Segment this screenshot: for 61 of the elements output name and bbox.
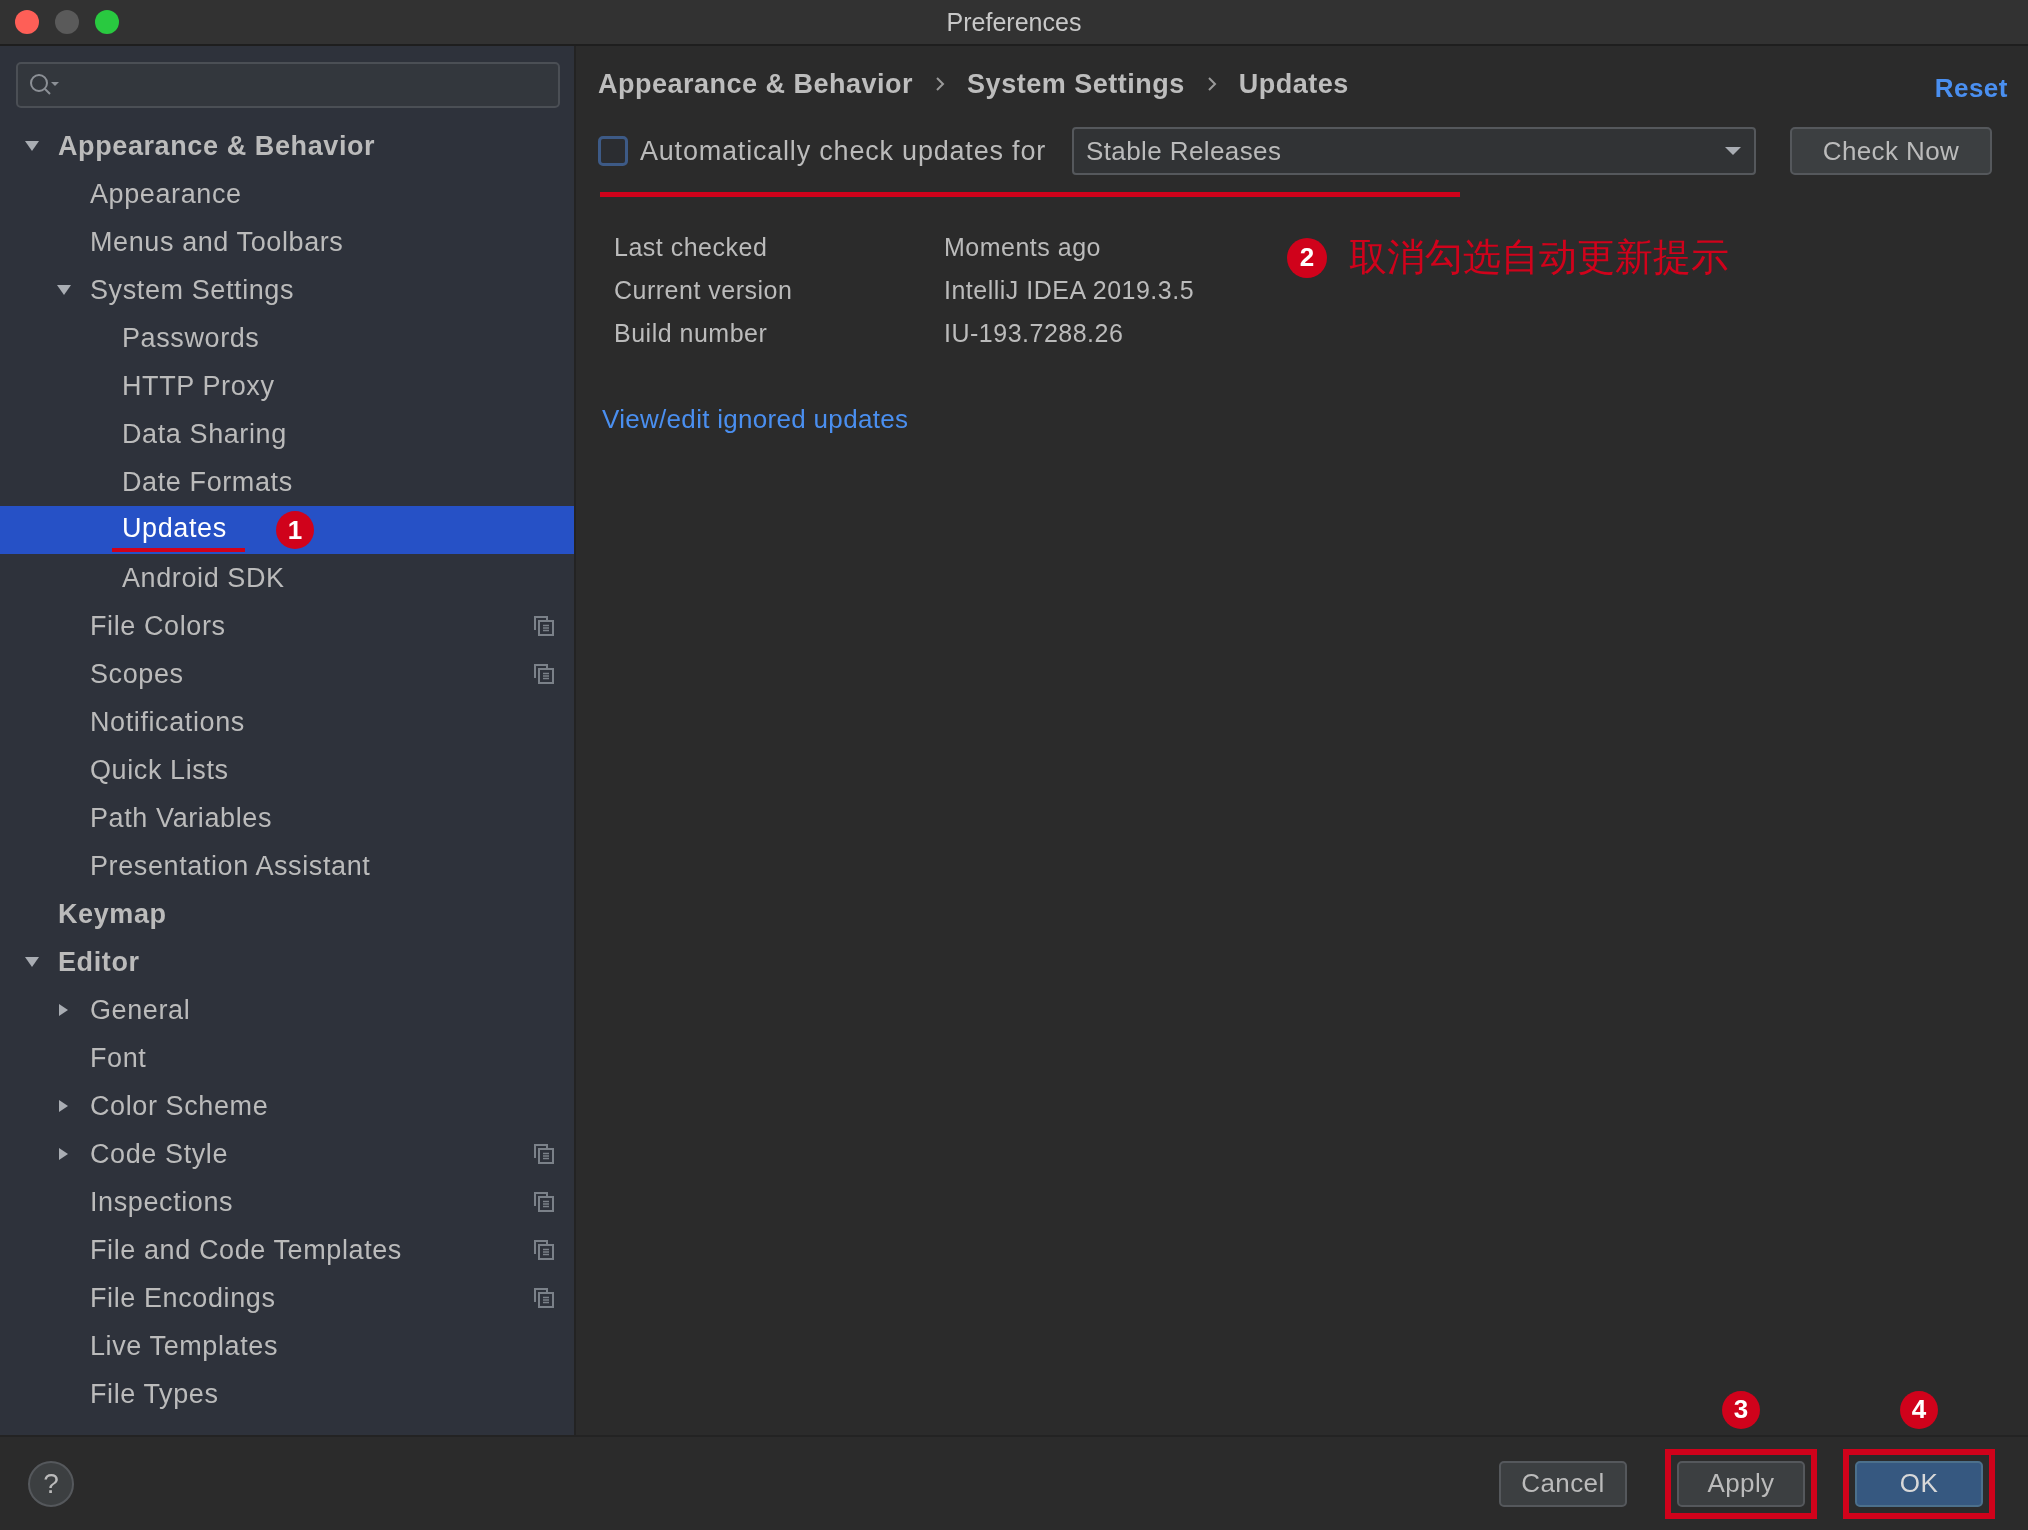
- sidebar-item[interactable]: Keymap: [0, 890, 574, 938]
- sidebar-item[interactable]: Editor: [0, 938, 574, 986]
- help-button[interactable]: ?: [28, 1460, 74, 1507]
- window-title: Preferences: [946, 7, 1082, 36]
- dialog-button[interactable]: Cancel: [1499, 1460, 1627, 1507]
- sidebar-item[interactable]: Path Variables: [0, 794, 574, 842]
- info-value: IntelliJ IDEA 2019.3.5: [944, 276, 1195, 305]
- sidebar-item[interactable]: Color Scheme: [0, 1082, 574, 1130]
- checkbox[interactable]: [598, 136, 628, 166]
- sidebar-item[interactable]: Data Sharing: [0, 410, 574, 458]
- step-number-badge: 3: [1722, 1390, 1760, 1429]
- sidebar-item[interactable]: Appearance: [0, 170, 574, 218]
- close-button[interactable]: [15, 10, 39, 34]
- step-number-badge: 2: [1287, 237, 1327, 278]
- sidebar-item[interactable]: HTTP Proxy: [0, 362, 574, 410]
- info-label: Current version: [614, 276, 794, 305]
- expanded-arrow-icon[interactable]: [56, 283, 72, 297]
- info-label: Last checked: [614, 233, 769, 262]
- step-number-badge: 4: [1900, 1390, 1938, 1429]
- breadcrumb-item: System Settings: [967, 68, 1185, 100]
- chevron-icon: [935, 77, 946, 91]
- sidebar-item[interactable]: System Settings: [0, 266, 574, 314]
- sidebar-item[interactable]: Passwords: [0, 314, 574, 362]
- reset-link[interactable]: Reset: [1934, 72, 2008, 104]
- sidebar-item[interactable]: Notifications: [0, 698, 574, 746]
- sidebar-item[interactable]: Live Templates: [0, 1322, 574, 1370]
- sidebar-item[interactable]: Quick Lists: [0, 746, 574, 794]
- sidebar-item[interactable]: File Types: [0, 1370, 574, 1418]
- sidebar-item[interactable]: Scopes: [0, 650, 574, 698]
- sidebar-item[interactable]: Code Style: [0, 1130, 574, 1178]
- info-value: Moments ago: [944, 233, 1102, 262]
- info-value: IU-193.7288.26: [944, 319, 1125, 348]
- sidebar-item[interactable]: Presentation Assistant: [0, 842, 574, 890]
- sidebar-item[interactable]: Inspections: [0, 1178, 574, 1226]
- check-now-button[interactable]: Check Now: [1790, 127, 1992, 175]
- expanded-arrow-icon[interactable]: [24, 139, 40, 153]
- info-label: Build number: [614, 319, 769, 348]
- annotation-note: 取消勾选自动更新提示: [1349, 235, 1729, 280]
- dropdown-arrow-icon: [1724, 145, 1742, 157]
- search-field[interactable]: [16, 62, 560, 108]
- zoom-button[interactable]: [95, 10, 119, 34]
- checkbox-label: Automatically check updates for: [640, 135, 1046, 167]
- sidebar-item[interactable]: Date Formats: [0, 458, 574, 506]
- sidebar-item[interactable]: File Colors: [0, 602, 574, 650]
- sidebar-item[interactable]: General: [0, 986, 574, 1034]
- sidebar-item[interactable]: Font: [0, 1034, 574, 1082]
- expanded-arrow-icon[interactable]: [24, 955, 40, 969]
- breadcrumb-item: Updates: [1238, 68, 1349, 100]
- dialog-button[interactable]: OK: [1855, 1460, 1983, 1507]
- sidebar-item[interactable]: Updates 1: [0, 506, 574, 554]
- breadcrumb-item: Appearance & Behavior: [598, 68, 914, 100]
- dialog-button[interactable]: Apply: [1677, 1460, 1805, 1507]
- sidebar-item[interactable]: Menus and Toolbars: [0, 218, 574, 266]
- sidebar-item[interactable]: File Encodings: [0, 1274, 574, 1322]
- chevron-icon: [1206, 77, 1217, 91]
- sidebar-item[interactable]: Appearance & Behavior: [0, 122, 574, 170]
- sidebar-item[interactable]: Android SDK: [0, 554, 574, 602]
- sidebar-item[interactable]: File and Code Templates: [0, 1226, 574, 1274]
- channel-dropdown[interactable]: Stable Releases: [1072, 127, 1756, 175]
- ignored-updates-link[interactable]: View/edit ignored updates: [602, 404, 909, 435]
- step-number-badge: 1: [276, 511, 314, 549]
